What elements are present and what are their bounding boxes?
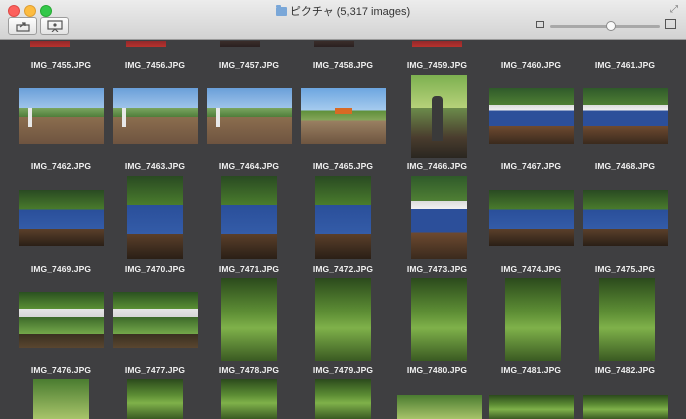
thumbnail-size-slider[interactable] (536, 19, 676, 32)
toolbar: ピクチャ (5,317 images) ⤢ (0, 0, 686, 40)
thumbnail-filename: IMG_7467.JPG (500, 161, 562, 171)
thumbnail-filename: IMG_7477.JPG (124, 365, 186, 375)
thumbnail-filename: IMG_7480.JPG (406, 365, 468, 375)
photo-thumbnail[interactable] (314, 41, 354, 47)
thumbnail-filename: IMG_7461.JPG (594, 60, 656, 70)
photo-thumbnail[interactable] (113, 292, 198, 348)
thumbnail-filename: IMG_7470.JPG (124, 264, 186, 274)
thumbnail-filename: IMG_7473.JPG (406, 264, 468, 274)
photo-thumbnail[interactable] (33, 379, 89, 419)
photo-thumbnail[interactable] (599, 278, 655, 361)
share-icon (15, 21, 30, 32)
thumbnail-filename: IMG_7457.JPG (218, 60, 280, 70)
thumbnail-filename: IMG_7469.JPG (30, 264, 92, 274)
photo-thumbnail[interactable] (505, 278, 561, 361)
photo-thumbnail[interactable] (221, 379, 277, 419)
thumbnail-filename: IMG_7479.JPG (312, 365, 374, 375)
photo-thumbnail[interactable] (127, 176, 183, 259)
photo-thumbnail[interactable] (489, 88, 574, 144)
thumbnail-filename: IMG_7455.JPG (30, 60, 92, 70)
photo-thumbnail[interactable] (207, 88, 292, 144)
photo-thumbnail[interactable] (583, 395, 668, 419)
thumbnail-filename: IMG_7459.JPG (406, 60, 468, 70)
thumbnail-filename: IMG_7460.JPG (500, 60, 562, 70)
photo-thumbnail[interactable] (411, 278, 467, 361)
photo-thumbnail[interactable] (315, 379, 371, 419)
thumbnail-filename: IMG_7458.JPG (312, 60, 374, 70)
photo-browser-window: ピクチャ (5,317 images) ⤢ IMG_7455.JPG IMG_74… (0, 0, 686, 419)
thumbnail-filename: IMG_7464.JPG (218, 161, 280, 171)
large-thumbnail-icon (665, 19, 676, 29)
thumbnail-filename: IMG_7482.JPG (594, 365, 656, 375)
share-button[interactable] (8, 17, 37, 35)
thumbnail-filename: IMG_7456.JPG (124, 60, 186, 70)
window-title: ピクチャ (5,317 images) (289, 6, 411, 18)
thumbnail-filename: IMG_7476.JPG (30, 365, 92, 375)
slider-thumb[interactable] (605, 21, 616, 31)
photo-thumbnail[interactable] (397, 395, 482, 419)
fullscreen-icon[interactable]: ⤢ (670, 4, 678, 15)
thumbnail-filename: IMG_7474.JPG (500, 264, 562, 274)
photo-thumbnail[interactable] (30, 41, 70, 47)
thumbnail-filename: IMG_7471.JPG (218, 264, 280, 274)
photo-thumbnail[interactable] (583, 88, 668, 144)
photo-thumbnail[interactable] (19, 190, 104, 246)
photo-thumbnail[interactable] (127, 379, 183, 419)
photo-thumbnail[interactable] (412, 41, 462, 47)
photo-thumbnail[interactable] (220, 41, 260, 47)
folder-icon (275, 5, 287, 16)
thumbnail-filename: IMG_7481.JPG (500, 365, 562, 375)
photo-thumbnail[interactable] (221, 278, 277, 361)
photo-thumbnail[interactable] (489, 190, 574, 246)
photo-thumbnail[interactable] (19, 292, 104, 348)
photo-thumbnail[interactable] (411, 75, 467, 158)
thumbnail-filename: IMG_7463.JPG (124, 161, 186, 171)
photo-thumbnail[interactable] (315, 278, 371, 361)
slideshow-button[interactable] (40, 17, 69, 35)
photo-thumbnail[interactable] (126, 41, 166, 47)
thumbnail-grid: IMG_7455.JPG IMG_7456.JPG IMG_7457.JPG IMG_… (0, 41, 686, 419)
photo-thumbnail[interactable] (411, 176, 467, 259)
thumbnail-filename: IMG_7465.JPG (312, 161, 374, 171)
photo-thumbnail[interactable] (315, 176, 371, 259)
photo-thumbnail[interactable] (19, 88, 104, 144)
thumbnail-filename: IMG_7475.JPG (594, 264, 656, 274)
photo-thumbnail[interactable] (113, 88, 198, 144)
thumbnail-filename: IMG_7466.JPG (406, 161, 468, 171)
photo-thumbnail[interactable] (583, 190, 668, 246)
thumbnail-filename: IMG_7468.JPG (594, 161, 656, 171)
photo-thumbnail[interactable] (221, 176, 277, 259)
photo-thumbnail[interactable] (301, 88, 386, 144)
thumbnail-filename: IMG_7478.JPG (218, 365, 280, 375)
photo-thumbnail[interactable] (489, 395, 574, 419)
slideshow-icon (46, 20, 63, 32)
small-thumbnail-icon (536, 21, 544, 28)
window-title-bar: ピクチャ (5,317 images) (0, 3, 686, 19)
thumbnail-filename: IMG_7462.JPG (30, 161, 92, 171)
thumbnail-filename: IMG_7472.JPG (312, 264, 374, 274)
